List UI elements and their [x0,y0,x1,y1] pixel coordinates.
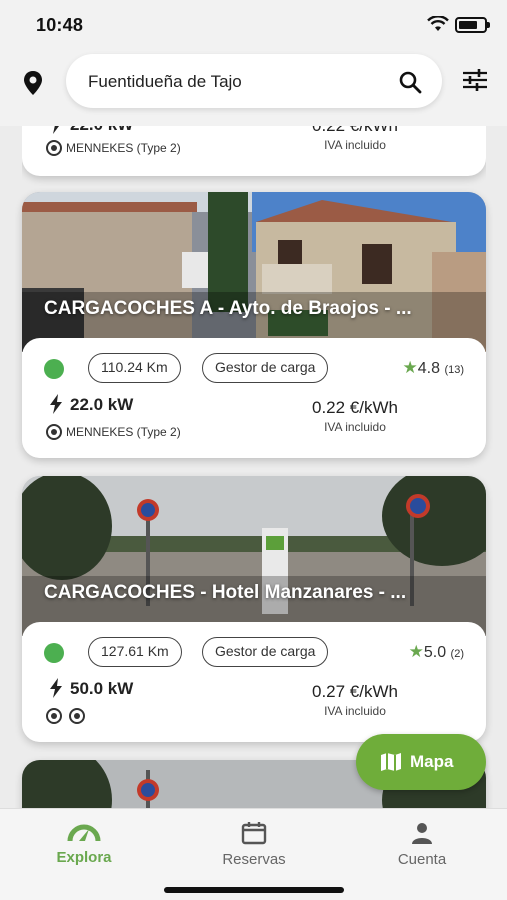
station-price: 0.22 €/kWh [290,126,420,136]
station-price: 0.27 €/kWh [312,682,398,701]
distance-pill: 110.24 Km [88,353,181,383]
station-connector: MENNEKES (Type 2) [46,140,181,156]
filter-sliders-icon[interactable] [461,68,489,92]
bottom-tab-bar: Explora Reservas Cuenta [0,808,507,900]
station-price: 0.22 €/kWh [312,398,398,417]
lightning-icon [50,678,62,698]
operator-pill: Gestor de carga [202,637,329,667]
search-header: Fuentidueña de Tajo [0,50,507,126]
station-tax-note: IVA incluido [324,420,386,434]
wifi-icon [427,16,449,31]
station-power: 22.0 kW [48,126,133,135]
type2-connector-icon [69,708,86,724]
rating-count: (2) [450,648,464,660]
station-info: 127.61 Km Gestor de carga ★5.0 (2) 50.0 … [22,622,486,742]
search-input[interactable]: Fuentidueña de Tajo [88,72,242,92]
station-list[interactable]: 22.0 kW 0.22 €/kWh IVA incluido MENNEKES… [0,126,507,808]
search-bar[interactable]: Fuentidueña de Tajo [66,54,442,108]
type2-connector-icon [46,424,62,440]
lightning-icon [53,126,59,134]
station-tax-note: IVA incluido [324,138,386,152]
station-info: 110.24 Km Gestor de carga ★4.8 (13) 22.0… [22,338,486,458]
station-photo [22,192,486,352]
station-power: 22.0 kW [48,394,133,415]
star-icon: ★ [402,358,418,377]
home-indicator [164,887,344,893]
station-connector: MENNEKES (Type 2) [46,424,181,440]
station-card[interactable]: CARGACOCHES - Hotel Manzanares - ... 127… [22,476,486,742]
station-name: CARGACOCHES A - Ayto. de Braojos - ... [44,298,412,319]
map-icon [381,753,401,771]
availability-dot [44,643,64,663]
star-icon: ★ [408,642,424,661]
type2-connector-icon [46,140,62,156]
location-pin-icon[interactable] [22,70,44,96]
tab-reservas[interactable]: Reservas [184,821,324,868]
map-button-label: Mapa [410,752,454,771]
user-icon [412,823,432,844]
operator-pill: Gestor de carga [202,353,329,383]
availability-dot [44,359,64,379]
search-icon[interactable] [398,70,422,94]
tab-explora[interactable]: Explora [14,821,154,866]
status-time: 10:48 [36,15,84,35]
battery-icon [455,17,490,33]
station-photo [22,476,486,636]
distance-pill: 127.61 Km [88,637,182,667]
lightning-icon [50,394,62,414]
station-name: CARGACOCHES - Hotel Manzanares - ... [44,582,407,603]
station-rating: ★5.0 (2) [408,642,464,661]
explore-icon [67,824,101,842]
station-info: 22.0 kW 0.22 €/kWh IVA incluido MENNEKES… [22,126,486,176]
map-button[interactable]: Mapa [356,734,486,790]
status-bar: 10:48 [0,0,507,50]
station-tax-note: IVA incluido [324,704,386,718]
rating-count: (13) [444,364,464,376]
station-rating: ★4.8 (13) [402,358,464,377]
ccs-connector-icon [46,708,62,724]
station-connectors [46,708,89,724]
calendar-icon [241,822,267,845]
tab-cuenta[interactable]: Cuenta [352,821,492,868]
station-power: 50.0 kW [48,678,133,699]
station-card[interactable]: CARGACOCHES A - Ayto. de Braojos - ... 1… [22,192,486,458]
